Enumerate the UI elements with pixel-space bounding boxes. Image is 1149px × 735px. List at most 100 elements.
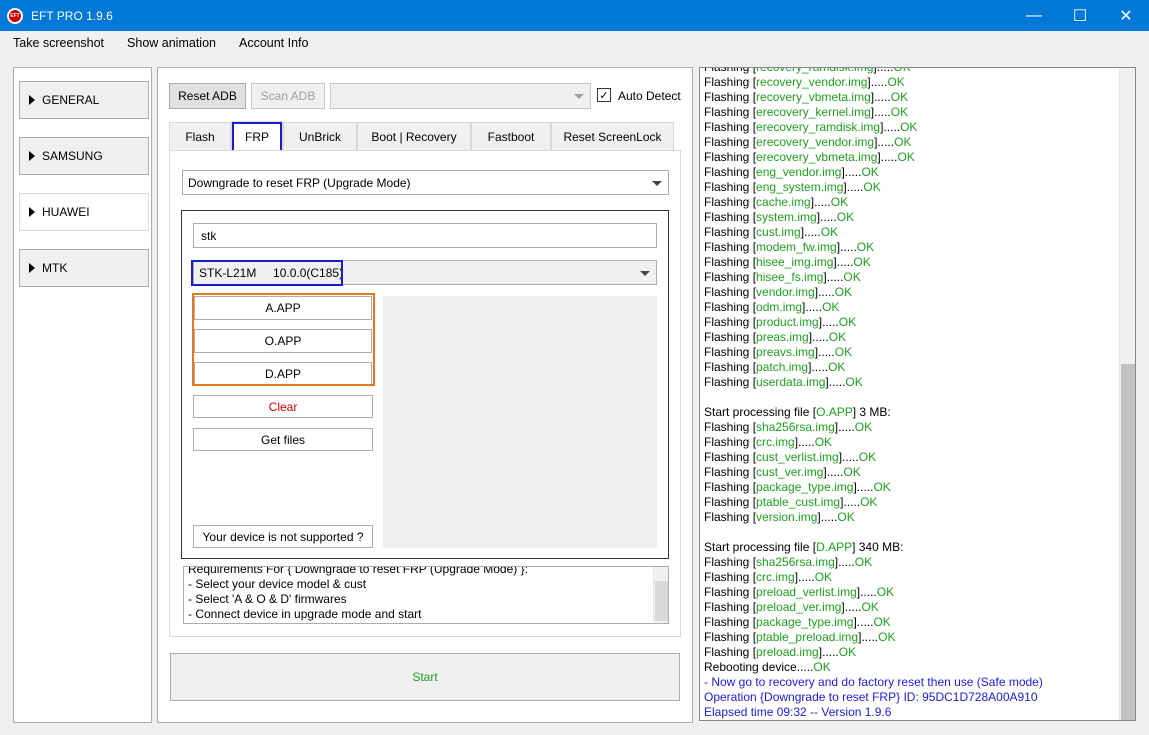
requirements-scrollbar[interactable] bbox=[653, 567, 668, 623]
port-select[interactable] bbox=[330, 83, 591, 109]
log-line: Flashing [eng_vendor.img].....OK bbox=[704, 165, 1114, 180]
log-suffix-text: ]..... bbox=[808, 360, 829, 374]
log-suffix-text: ]..... bbox=[834, 555, 855, 569]
menu-show-animation[interactable]: Show animation bbox=[127, 36, 216, 50]
sidebar-item-general[interactable]: GENERAL bbox=[19, 81, 149, 119]
log-item-name: eng_system.img bbox=[756, 180, 844, 194]
log-line: Flashing [erecovery_vendor.img].....OK bbox=[704, 135, 1114, 150]
log-prefix-text: Flashing [ bbox=[704, 135, 757, 149]
log-item-name: preload_ver.img bbox=[756, 600, 842, 614]
log-line: Flashing [vendor.img].....OK bbox=[704, 285, 1114, 300]
log-suffix-text: ]..... bbox=[836, 240, 857, 254]
log-prefix-text: Flashing [ bbox=[704, 180, 757, 194]
log-prefix-text: Flashing [ bbox=[704, 510, 757, 524]
log-status-text: OK bbox=[863, 180, 881, 194]
log-line: Flashing [package_type.img].....OK bbox=[704, 615, 1114, 630]
log-item-name: userdata.img bbox=[756, 375, 826, 389]
log-scrollbar[interactable] bbox=[1119, 68, 1135, 720]
tab-reset-screenlock[interactable]: Reset ScreenLock bbox=[551, 122, 674, 150]
log-status-text: OK bbox=[834, 285, 853, 299]
menu-bar: Take screenshot Show animation Account I… bbox=[0, 31, 1149, 55]
log-prefix-text: Flashing [ bbox=[704, 67, 757, 74]
log-suffix-text: ]..... bbox=[808, 330, 829, 344]
frp-mode-select[interactable]: Downgrade to reset FRP (Upgrade Mode) bbox=[182, 170, 669, 195]
scan-adb-button[interactable]: Scan ADB bbox=[251, 83, 325, 109]
log-item-name: cust_verlist.img bbox=[756, 450, 839, 464]
sidebar-item-samsung[interactable]: SAMSUNG bbox=[19, 137, 149, 175]
scrollbar-thumb[interactable] bbox=[655, 581, 668, 621]
log-suffix-text: ]..... bbox=[870, 90, 891, 104]
log-item-name: eng_vendor.img bbox=[756, 165, 842, 179]
log-prefix-text: Flashing [ bbox=[704, 600, 757, 614]
minimize-icon[interactable]: — bbox=[1011, 0, 1057, 31]
clear-button[interactable]: Clear bbox=[193, 395, 373, 418]
menu-take-screenshot[interactable]: Take screenshot bbox=[13, 36, 104, 50]
log-line: Flashing [system.img].....OK bbox=[704, 210, 1114, 225]
log-prefix-text: Flashing [ bbox=[704, 360, 757, 374]
sidebar-item-label: GENERAL bbox=[42, 93, 100, 107]
auto-detect-checkbox[interactable]: ✓ bbox=[597, 88, 611, 102]
log-status-text: OK bbox=[854, 420, 873, 434]
log-line: Operation {Downgrade to reset FRP} ID: 9… bbox=[704, 690, 1114, 705]
tab-flash[interactable]: Flash bbox=[169, 122, 231, 150]
log-status-text: OK bbox=[820, 225, 839, 239]
log-prefix-text: Rebooting device..... bbox=[704, 660, 814, 674]
log-item-name: ptable_cust.img bbox=[756, 495, 841, 509]
log-prefix-text: Flashing [ bbox=[704, 435, 757, 449]
log-prefix-text: Flashing [ bbox=[704, 105, 757, 119]
log-status-text: OK bbox=[897, 150, 915, 164]
log-line: Flashing [modem_fw.img].....OK bbox=[704, 240, 1114, 255]
log-line: Flashing [ptable_preload.img].....OK bbox=[704, 630, 1114, 645]
log-line: Flashing [erecovery_kernel.img].....OK bbox=[704, 105, 1114, 120]
log-status-text: OK bbox=[873, 480, 891, 494]
log-prefix-text: Flashing [ bbox=[704, 645, 757, 659]
log-suffix-text: ]..... bbox=[817, 510, 838, 524]
log-output[interactable]: Flashing [recovery_ramdisk.img].....OK Fl… bbox=[699, 67, 1136, 721]
model-search-input[interactable]: stk bbox=[193, 223, 657, 248]
menu-account-info[interactable]: Account Info bbox=[239, 36, 309, 50]
log-status-text: OK bbox=[878, 630, 896, 644]
log-prefix-text: Flashing [ bbox=[704, 255, 757, 269]
log-line: Flashing [preavs.img].....OK bbox=[704, 345, 1114, 360]
log-status-text: OK bbox=[893, 67, 911, 74]
log-suffix-text: ]..... bbox=[838, 450, 859, 464]
log-item-name: patch.img bbox=[756, 360, 809, 374]
close-icon[interactable]: ✕ bbox=[1103, 0, 1149, 31]
log-suffix-text: ]..... bbox=[818, 315, 839, 329]
tab-fastboot[interactable]: Fastboot bbox=[471, 122, 551, 150]
log-line: Flashing [version.img].....OK bbox=[704, 510, 1114, 525]
log-lines: Flashing [recovery_ramdisk.img].....OK Fl… bbox=[704, 67, 1114, 720]
log-suffix-text: ]..... bbox=[834, 420, 855, 434]
log-item-name: D.APP bbox=[816, 540, 853, 554]
log-line: Flashing [cust.img].....OK bbox=[704, 225, 1114, 240]
log-suffix-text: ]..... bbox=[853, 615, 874, 629]
requirements-textbox[interactable]: Requirements For { Downgrade to reset FR… bbox=[183, 566, 669, 624]
log-line: Flashing [ptable_cust.img].....OK bbox=[704, 495, 1114, 510]
start-button[interactable]: Start bbox=[170, 653, 680, 701]
log-suffix-text: ]..... bbox=[833, 255, 854, 269]
log-line: Flashing [hisee_img.img].....OK bbox=[704, 255, 1114, 270]
log-prefix-text: Flashing [ bbox=[704, 120, 757, 134]
log-prefix-text: Flashing [ bbox=[704, 555, 757, 569]
log-item-name: preload.img bbox=[756, 645, 819, 659]
title-bar: EFT EFT PRO 1.9.6 — ☐ ✕ bbox=[0, 0, 1149, 31]
log-line: Flashing [cust_verlist.img].....OK bbox=[704, 450, 1114, 465]
tab-unbrick[interactable]: UnBrick bbox=[283, 122, 357, 150]
log-status-text: OK bbox=[822, 300, 840, 314]
log-prefix-text: Flashing [ bbox=[704, 270, 757, 284]
scrollbar-thumb[interactable] bbox=[1121, 364, 1135, 720]
log-item-name: odm.img bbox=[756, 300, 803, 314]
tab-boot-recovery[interactable]: Boot | Recovery bbox=[357, 122, 471, 150]
log-suffix-text: ]..... bbox=[794, 570, 815, 584]
sidebar-item-mtk[interactable]: MTK bbox=[19, 249, 149, 287]
reset-adb-button[interactable]: Reset ADB bbox=[169, 83, 246, 109]
sidebar-item-huawei[interactable]: HUAWEI bbox=[19, 193, 149, 231]
get-files-button[interactable]: Get files bbox=[193, 428, 373, 451]
requirements-line: - Connect device in upgrade mode and sta… bbox=[188, 607, 422, 621]
log-prefix-text: Flashing [ bbox=[704, 225, 757, 239]
device-not-supported-button[interactable]: Your device is not supported ? bbox=[193, 525, 373, 548]
requirements-line: Requirements For { Downgrade to reset FR… bbox=[188, 566, 528, 576]
sidebar-item-label: SAMSUNG bbox=[42, 149, 103, 163]
log-status-text: OK bbox=[814, 570, 833, 584]
maximize-icon[interactable]: ☐ bbox=[1057, 0, 1103, 31]
